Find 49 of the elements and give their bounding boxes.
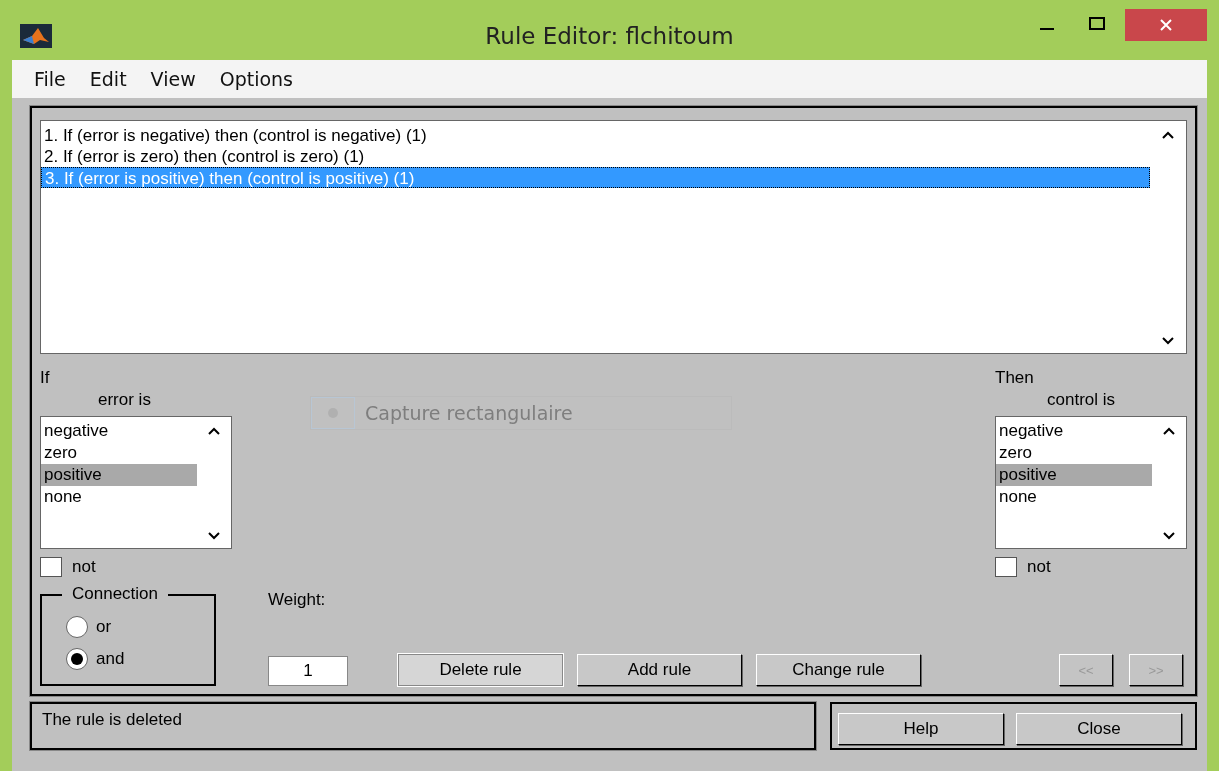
- rule-item[interactable]: 1. If (error is negative) then (control is negative) (1): [41, 125, 1150, 146]
- radio-label: or: [96, 617, 112, 637]
- radio-label: and: [96, 649, 125, 669]
- list-item[interactable]: zero: [996, 442, 1152, 464]
- radio-button[interactable]: [66, 616, 88, 638]
- rule-list[interactable]: 1. If (error is negative) then (control is negative) (1) 2. If (error is zero) then (control is zero) (1) 3. If (error is positive) then (control is positive) (1): [40, 120, 1187, 354]
- membership-list[interactable]: negative zero positive none: [40, 416, 232, 549]
- scroll-up-icon[interactable]: [1162, 131, 1174, 139]
- checkbox-label: not: [1027, 557, 1051, 577]
- action-button[interactable]: Add rule: [577, 654, 742, 686]
- scroll-down-icon[interactable]: [1163, 532, 1175, 540]
- menu-item[interactable]: View: [138, 68, 208, 90]
- status-text: The rule is deleted: [42, 710, 182, 729]
- footer-button[interactable]: Close: [1016, 713, 1182, 745]
- list-item[interactable]: negative: [996, 420, 1152, 442]
- list-item[interactable]: positive: [996, 464, 1152, 486]
- menu-item[interactable]: Options: [207, 68, 305, 90]
- weight-field[interactable]: 1: [268, 656, 348, 686]
- not-checkbox[interactable]: [40, 557, 62, 577]
- section-label: If: [40, 368, 51, 389]
- window-title: Rule Editor: flchitoum: [484, 23, 735, 49]
- not-checkbox[interactable]: [995, 557, 1017, 577]
- scroll-up-icon[interactable]: [208, 427, 220, 435]
- scroll-up-icon[interactable]: [1163, 427, 1175, 435]
- list-item[interactable]: none: [41, 486, 197, 508]
- variable-label: error is: [97, 390, 152, 411]
- maximize-icon: [1089, 17, 1105, 31]
- menu-item[interactable]: File: [22, 68, 78, 90]
- action-button[interactable]: Change rule: [756, 654, 921, 686]
- minimize-icon: [1040, 28, 1054, 30]
- action-button[interactable]: Delete rule: [398, 654, 563, 686]
- list-item[interactable]: none: [996, 486, 1152, 508]
- checkbox-label: not: [72, 557, 96, 577]
- app-logo-icon: [20, 24, 52, 48]
- weight-label: Weight:: [268, 590, 327, 610]
- scroll-down-icon[interactable]: [208, 532, 220, 540]
- list-item[interactable]: zero: [41, 442, 197, 464]
- capture-overlay-label: Capture rectangulaire: [365, 402, 573, 424]
- footer-button[interactable]: Help: [838, 713, 1004, 745]
- section-label: Then: [995, 368, 1035, 389]
- list-item[interactable]: positive: [41, 464, 197, 486]
- menu-item[interactable]: Edit: [77, 68, 139, 90]
- close-icon: [1160, 19, 1172, 31]
- radio-button[interactable]: [66, 648, 88, 670]
- rule-item[interactable]: 2. If (error is zero) then (control is zero) (1): [41, 146, 1150, 167]
- list-item[interactable]: negative: [41, 420, 197, 442]
- variable-label: control is: [1046, 390, 1117, 411]
- scroll-down-icon[interactable]: [1162, 337, 1174, 345]
- membership-list[interactable]: negative zero positive none: [995, 416, 1187, 549]
